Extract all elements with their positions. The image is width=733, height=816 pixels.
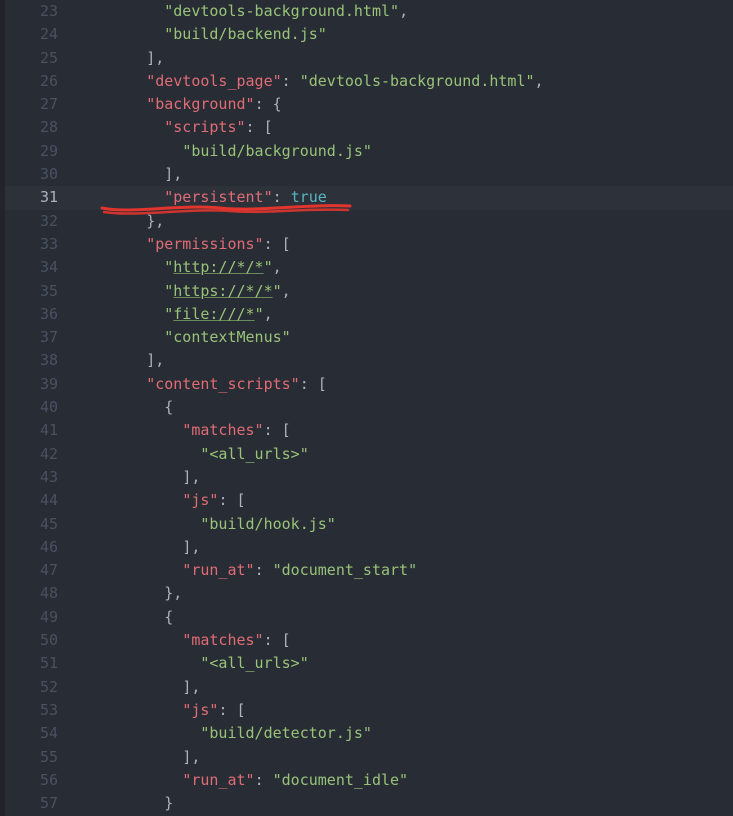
code-line[interactable]: "build/detector.js" [92,722,544,745]
code-line[interactable]: "scripts": [ [92,116,544,139]
code-line[interactable]: "build/backend.js" [92,23,544,46]
code-line[interactable]: "run_at": "document_start" [92,559,544,582]
code-line[interactable]: ], [92,47,544,70]
code-line[interactable]: }, [92,210,544,233]
line-number-gutter[interactable]: 2324252627282930313233343536373839404142… [0,0,70,816]
code-line[interactable]: "js": [ [92,489,544,512]
line-number[interactable]: 35 [0,280,58,303]
code-line[interactable]: "<all_urls>" [92,652,544,675]
code-line[interactable]: ], [92,466,544,489]
line-number[interactable]: 38 [0,349,58,372]
line-number[interactable]: 51 [0,652,58,675]
code-line[interactable]: "devtools_page": "devtools-background.ht… [92,70,544,93]
line-number[interactable]: 45 [0,513,58,536]
line-number[interactable]: 55 [0,746,58,769]
line-number[interactable]: 54 [0,722,58,745]
code-line[interactable]: "js": [ [92,699,544,722]
code-line[interactable]: "matches": [ [92,629,544,652]
code-line[interactable]: "permissions": [ [92,233,544,256]
line-number[interactable]: 57 [0,792,58,815]
line-number[interactable]: 46 [0,536,58,559]
line-number[interactable]: 28 [0,116,58,139]
code-line[interactable]: { [92,606,544,629]
line-number[interactable]: 30 [0,163,58,186]
line-number[interactable]: 24 [0,23,58,46]
line-number[interactable]: 48 [0,582,58,605]
code-line[interactable]: "devtools-background.html", [92,0,544,23]
code-line[interactable]: }, [92,582,544,605]
line-number[interactable]: 31 [0,186,58,209]
line-number[interactable]: 29 [0,140,58,163]
line-number[interactable]: 42 [0,443,58,466]
code-line[interactable]: ], [92,676,544,699]
line-number[interactable]: 49 [0,606,58,629]
line-number[interactable]: 50 [0,629,58,652]
line-number[interactable]: 53 [0,699,58,722]
line-number[interactable]: 52 [0,676,58,699]
code-line[interactable]: "build/background.js" [92,140,544,163]
code-line[interactable]: ], [92,746,544,769]
code-line[interactable]: "matches": [ [92,419,544,442]
line-number[interactable]: 56 [0,769,58,792]
line-number[interactable]: 32 [0,210,58,233]
line-number[interactable]: 41 [0,419,58,442]
line-number[interactable]: 34 [0,256,58,279]
line-number[interactable]: 27 [0,93,58,116]
line-number[interactable]: 47 [0,559,58,582]
code-line[interactable]: "file:///*", [92,303,544,326]
code-line[interactable]: ], [92,536,544,559]
code-line[interactable]: } [92,792,544,815]
code-line[interactable]: "build/hook.js" [92,513,544,536]
code-line[interactable]: ], [92,349,544,372]
code-line[interactable]: "http://*/*", [92,256,544,279]
line-number[interactable]: 26 [0,70,58,93]
line-number[interactable]: 37 [0,326,58,349]
code-line[interactable]: "contextMenus" [92,326,544,349]
line-number[interactable]: 40 [0,396,58,419]
code-line[interactable]: "run_at": "document_idle" [92,769,544,792]
code-line[interactable]: "background": { [92,93,544,116]
code-area[interactable]: "devtools-background.html", "build/backe… [70,0,544,816]
code-line[interactable]: "persistent": true [92,186,544,209]
code-line[interactable]: "content_scripts": [ [92,373,544,396]
line-number[interactable]: 25 [0,47,58,70]
code-line[interactable]: "<all_urls>" [92,443,544,466]
activity-bar [0,0,5,816]
line-number[interactable]: 33 [0,233,58,256]
line-number[interactable]: 39 [0,373,58,396]
code-line[interactable]: "https://*/*", [92,280,544,303]
code-editor[interactable]: 2324252627282930313233343536373839404142… [0,0,733,816]
line-number[interactable]: 36 [0,303,58,326]
code-line[interactable]: { [92,396,544,419]
code-line[interactable]: ], [92,163,544,186]
line-number[interactable]: 44 [0,489,58,512]
line-number[interactable]: 43 [0,466,58,489]
line-number[interactable]: 23 [0,0,58,23]
